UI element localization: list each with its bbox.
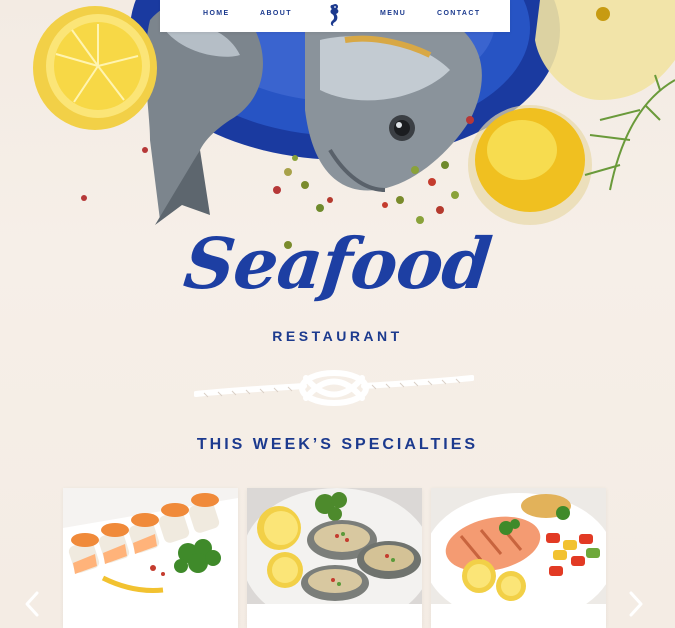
seahorse-icon[interactable] [327,3,341,27]
sushi-rolls-image [63,488,238,604]
nav-item-home[interactable]: HOME [203,10,230,17]
nav-item-about[interactable]: ABOUT [260,10,292,17]
hero-title: Seafood [180,222,495,305]
oysters-image [247,488,422,604]
specials-heading: THIS WEEK’S SPECIALTIES [196,436,479,453]
chevron-right-icon[interactable] [626,590,646,618]
nav-item-contact[interactable]: CONTACT [437,10,481,17]
grilled-salmon-image [431,488,606,604]
top-navbar: HOME ABOUT MENU CONTACT [160,0,510,32]
hero-scene: HOME ABOUT MENU CONTACT Seafood RESTAURA… [0,0,675,628]
special-card-2[interactable] [247,488,422,628]
nav-item-menu[interactable]: MENU [380,10,406,17]
hero-subtitle: RESTAURANT [272,328,403,344]
special-card-1[interactable] [63,488,238,628]
special-card-3[interactable] [431,488,606,628]
chevron-left-icon[interactable] [22,590,42,618]
rope-knot-icon [194,370,474,406]
